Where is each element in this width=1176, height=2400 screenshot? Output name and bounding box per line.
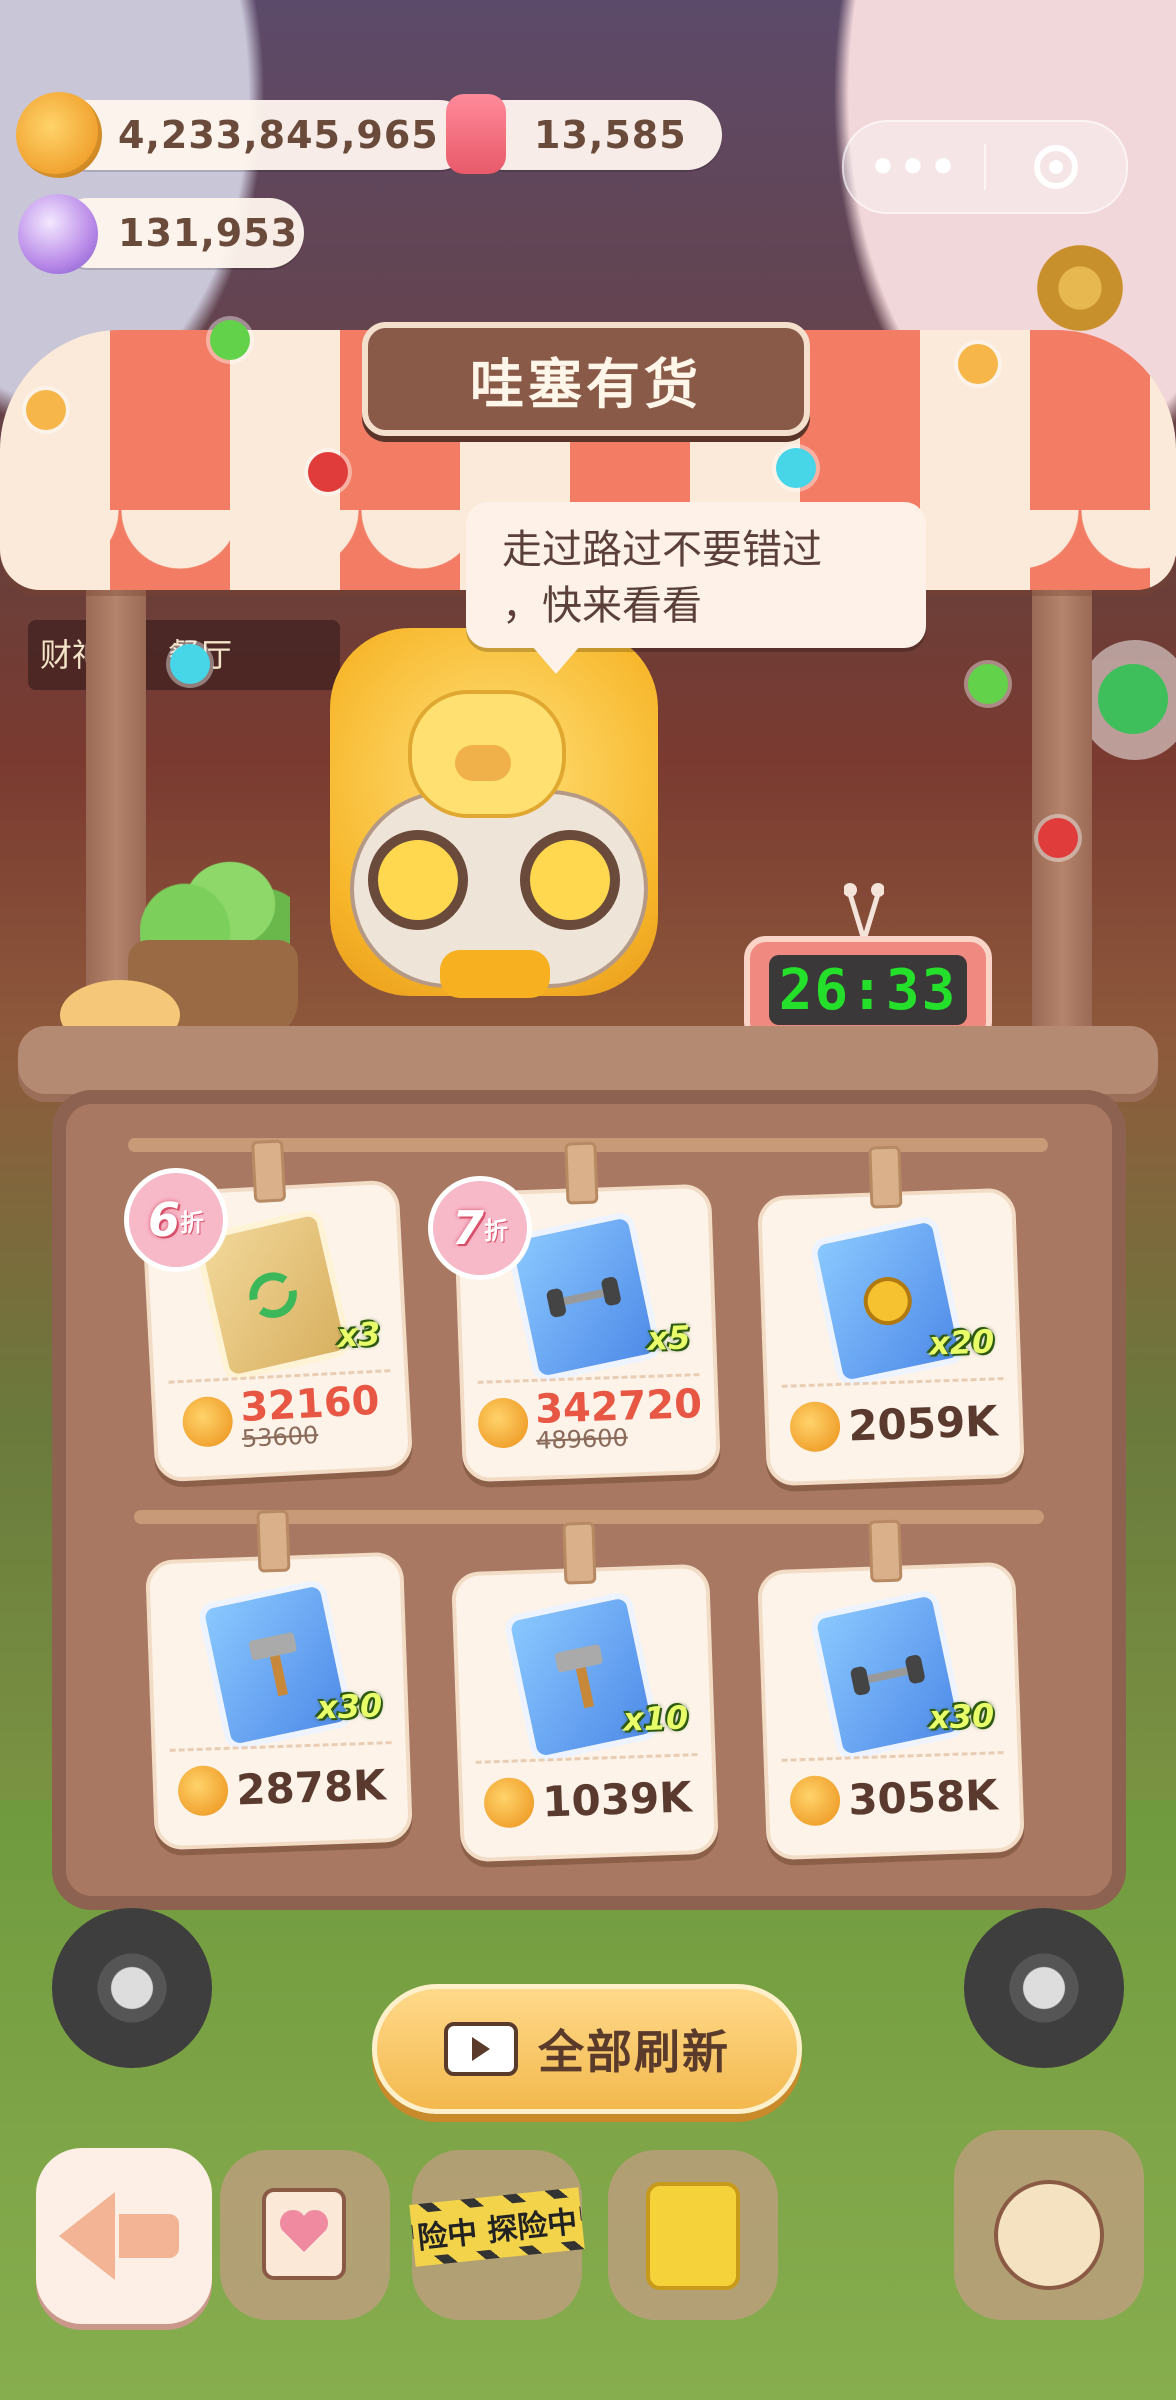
item-price: 2878K (235, 1759, 387, 1815)
discount-value: 7 (451, 1201, 484, 1255)
item-quantity: x30 (316, 1686, 383, 1727)
candle-amount: 13,585 (534, 113, 687, 157)
settings-gear-icon[interactable] (1030, 238, 1130, 338)
back-button[interactable] (36, 2148, 212, 2324)
clothespin-icon (868, 1519, 903, 1583)
refresh-all-label: 全部刷新 (538, 2025, 730, 2079)
clothespin-icon (564, 1141, 599, 1205)
clothespin-icon (256, 1509, 291, 1573)
refresh-all-button[interactable]: 全部刷新 (372, 1984, 802, 2114)
price-row: 2059K (781, 1377, 1007, 1468)
shop-bag-button[interactable] (608, 2150, 778, 2320)
price-row: 3058K (781, 1751, 1007, 1842)
clothespin-icon (251, 1139, 287, 1204)
light-bulb-icon (958, 344, 998, 384)
miniprogram-capsule: ••• (842, 120, 1128, 214)
discount-suffix: 折 (484, 1216, 508, 1245)
item-quantity: x20 (928, 1322, 995, 1363)
close-button[interactable] (986, 145, 1126, 189)
price-row: 2878K (169, 1741, 395, 1832)
discount-badge: 6折 (124, 1168, 228, 1272)
close-target-icon (1034, 145, 1078, 189)
diary-button[interactable] (220, 2150, 390, 2320)
shop-title-plate: 哇塞有货 (362, 322, 810, 436)
shop-item-card[interactable]: x30 3058K (757, 1519, 1025, 1861)
light-bulb-icon (26, 390, 66, 430)
item-price: 2059K (847, 1395, 999, 1451)
cat-eye-left (368, 830, 468, 930)
cart-wheel-left (52, 1908, 212, 2068)
clothespin-icon (562, 1521, 597, 1585)
coin-icon (789, 1400, 842, 1453)
shop-item-card[interactable]: x30 2878K (145, 1509, 413, 1851)
price-row: 342720 489600 (476, 1373, 703, 1464)
light-bulb-icon (210, 320, 250, 360)
diary-heart-icon (262, 2188, 346, 2280)
coin-icon (476, 1397, 529, 1449)
price-row: 1039K (475, 1753, 701, 1844)
alarm-clock-icon (994, 2180, 1104, 2290)
speech-bubble: 走过路过不要错过 ，快来看看 (466, 502, 926, 674)
light-bulb-icon (1038, 818, 1078, 858)
shopping-bag-icon (646, 2182, 740, 2290)
tv-antenna-icon (844, 883, 884, 940)
discount-price: 342720 (534, 1381, 703, 1433)
shop-item-card[interactable]: x20 2059K (757, 1145, 1025, 1487)
coin-icon (789, 1774, 842, 1827)
coin-counter: 4,233,845,965 (54, 100, 474, 170)
item-price: 3058K (847, 1769, 999, 1825)
cat-eye-right (520, 830, 620, 930)
back-arrow-icon (59, 2192, 179, 2280)
item-quantity: x5 (646, 1318, 691, 1358)
discount-suffix: 折 (180, 1208, 204, 1237)
coin-amount: 4,233,845,965 (118, 113, 439, 157)
discount-price: 32160 (239, 1377, 381, 1431)
timer-screen: 26:33 (769, 955, 967, 1025)
wechat-icon (1098, 664, 1168, 734)
bow-tie (440, 950, 550, 998)
pig-snout (455, 745, 511, 781)
candle-counter: 13,585 (470, 100, 722, 170)
video-ad-icon (444, 2022, 518, 2076)
light-bulb-icon (308, 452, 348, 492)
coin-icon (483, 1776, 536, 1829)
gem-icon (18, 194, 98, 274)
character-button[interactable] (954, 2130, 1144, 2320)
exploring-tape-text: 险中 探险中 (410, 2196, 584, 2258)
shop-title: 哇塞有货 (470, 352, 702, 416)
wechat-float-button[interactable] (1080, 640, 1176, 760)
item-price: 1039K (541, 1771, 693, 1827)
coin-icon (177, 1764, 230, 1817)
discount-value: 6 (147, 1193, 180, 1247)
light-bulb-icon (968, 664, 1008, 704)
shop-item-card[interactable]: x10 1039K (451, 1521, 719, 1863)
more-button[interactable]: ••• (844, 142, 984, 193)
price-row: 32160 53600 (168, 1369, 395, 1464)
item-quantity: x30 (928, 1696, 995, 1737)
item-quantity: x10 (622, 1698, 689, 1739)
gem-amount: 131,953 (118, 211, 299, 255)
cart-wheel-right (964, 1908, 1124, 2068)
discount-badge: 7折 (428, 1176, 532, 1280)
candle-icon (446, 94, 506, 174)
light-bulb-icon (776, 448, 816, 488)
timer-text: 26:33 (778, 957, 958, 1023)
plant-icon (140, 820, 290, 960)
coin-icon (16, 92, 102, 178)
item-quantity: x3 (336, 1314, 382, 1355)
clothespin-icon (868, 1145, 903, 1209)
speech-line-1: 走过路过不要错过 (502, 527, 822, 573)
stall-pole-right (1032, 560, 1092, 1040)
speech-line-2: ，快来看看 (502, 583, 702, 629)
coin-icon (181, 1395, 235, 1449)
light-bulb-icon (170, 644, 210, 684)
